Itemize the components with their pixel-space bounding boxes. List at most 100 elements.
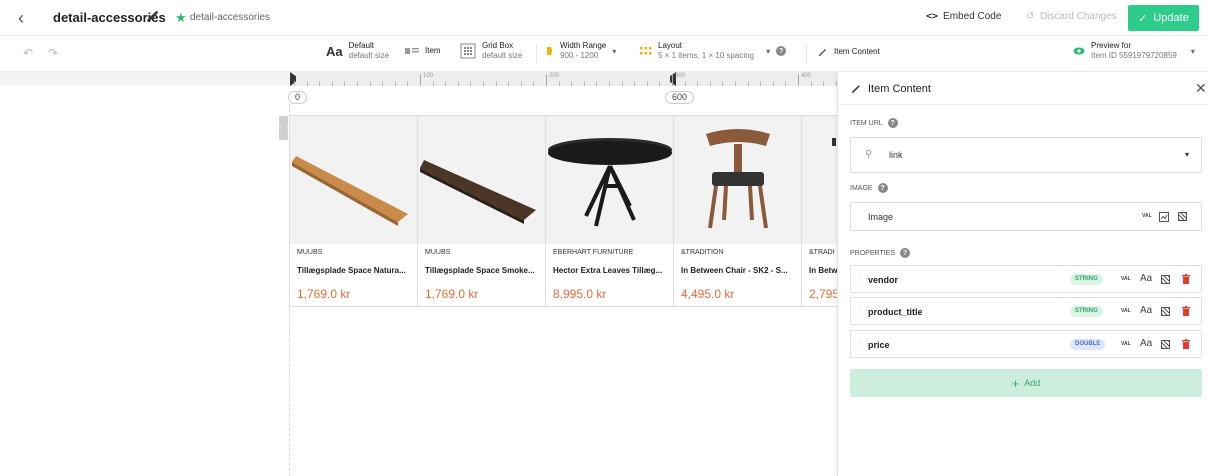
ruler-tick bbox=[747, 81, 749, 86]
image-field[interactable]: Image VAL bbox=[850, 202, 1202, 231]
font-style-icon[interactable]: Aa bbox=[1140, 338, 1152, 349]
product-card[interactable]: EBERHART FURNITURE Hector Extra Leaves T… bbox=[546, 116, 674, 306]
product-image bbox=[546, 116, 673, 244]
edit-title-icon[interactable] bbox=[146, 9, 160, 23]
ruler-tick bbox=[596, 81, 598, 86]
pattern-icon[interactable] bbox=[1161, 307, 1170, 316]
val-toggle[interactable]: VAL bbox=[1121, 276, 1131, 282]
link-icon: ⚲ bbox=[865, 149, 873, 160]
ruler-label: 300 bbox=[675, 73, 686, 79]
ruler-tick bbox=[445, 81, 447, 86]
ruler-major-tick bbox=[672, 74, 673, 86]
item-label: Item bbox=[425, 46, 441, 55]
delete-icon[interactable] bbox=[1182, 274, 1190, 284]
panel-title: Item Content bbox=[868, 83, 931, 95]
layout-help-icon[interactable]: ? bbox=[776, 46, 787, 56]
property-row[interactable]: ⋮⋮ product_title STRING VAL Aa bbox=[850, 297, 1202, 325]
undo-discard-icon: ↺ bbox=[1026, 11, 1035, 22]
item-url-label: ITEM URL bbox=[850, 119, 883, 127]
left-panel bbox=[0, 72, 290, 476]
update-button[interactable]: ✓ Update bbox=[1128, 5, 1199, 31]
width-range-chevron-down-icon: ▾ bbox=[612, 46, 617, 56]
item-content-tool[interactable]: Item Content bbox=[818, 47, 880, 57]
grid-box-label: Grid Box bbox=[482, 41, 514, 50]
embed-code-button[interactable]: <> Embed Code bbox=[926, 11, 1001, 22]
grid-box-selector[interactable]: Grid Box default size bbox=[460, 41, 522, 61]
property-name: product_title bbox=[868, 307, 923, 317]
preview-for-selector[interactable]: Preview for Item ID 5591979720859 ▾ bbox=[1073, 41, 1195, 61]
font-selector[interactable]: Aa Default default size bbox=[326, 41, 389, 61]
font-icon: Aa bbox=[326, 43, 343, 59]
font-style-icon[interactable]: Aa bbox=[1140, 305, 1152, 316]
properties-help-icon[interactable]: ? bbox=[900, 248, 910, 258]
preview-chevron-down-icon: ▾ bbox=[1190, 46, 1195, 56]
width-range-selector[interactable]: Width Range 900 - 1200 ▾ bbox=[546, 41, 616, 61]
back-icon[interactable]: ‹ bbox=[18, 8, 24, 29]
width-range-value: 900 - 1200 bbox=[560, 51, 599, 60]
ruler-tick bbox=[621, 81, 623, 86]
ruler-tick bbox=[735, 81, 736, 86]
item-icon bbox=[405, 48, 419, 54]
image-help-icon[interactable]: ? bbox=[877, 183, 888, 193]
ruler-tick bbox=[457, 81, 459, 86]
image-picker-icon[interactable] bbox=[1159, 212, 1169, 222]
close-icon[interactable]: ✕ bbox=[1195, 80, 1207, 97]
drag-handle-icon[interactable]: ⋮⋮ bbox=[277, 116, 291, 140]
ruler-tick bbox=[533, 81, 535, 86]
code-icon: <> bbox=[926, 11, 939, 22]
delete-icon[interactable] bbox=[1182, 339, 1190, 349]
product-title: Tillægsplade Space Smoke... bbox=[425, 266, 535, 275]
toolbar-divider bbox=[536, 44, 537, 64]
product-card[interactable]: MUUBS Tillægsplade Space Smoke... 1,769.… bbox=[418, 116, 546, 306]
item-selector[interactable]: Item bbox=[405, 46, 441, 56]
image-pattern-icon[interactable] bbox=[1178, 212, 1187, 221]
product-price: 8,995.0 kr bbox=[553, 287, 607, 301]
embed-code-label: Embed Code bbox=[943, 11, 1002, 22]
product-card[interactable]: MUUBS Tillægsplade Space Natura... 1,769… bbox=[290, 116, 418, 306]
image-section-label: IMAGE ? bbox=[850, 183, 888, 193]
ruler-tick bbox=[609, 81, 610, 86]
property-row[interactable]: ⋮⋮ vendor STRING VAL Aa bbox=[850, 265, 1202, 293]
ruler-tick bbox=[508, 81, 510, 86]
pattern-icon[interactable] bbox=[1161, 275, 1170, 284]
layout-label: Layout bbox=[658, 41, 683, 50]
product-vendor: &TRADI bbox=[809, 249, 835, 256]
redo-icon[interactable]: ↷ bbox=[48, 46, 58, 60]
val-toggle[interactable]: VAL bbox=[1121, 341, 1131, 347]
product-image bbox=[802, 116, 837, 244]
star-icon[interactable]: ★ bbox=[175, 10, 187, 26]
product-title: In Betw bbox=[809, 266, 837, 275]
layout-grid-icon bbox=[640, 47, 652, 55]
font-size-label: default size bbox=[348, 51, 390, 60]
ruler-min-handle[interactable] bbox=[290, 72, 296, 86]
add-property-button[interactable]: + Add bbox=[850, 369, 1202, 397]
layout-selector[interactable]: Layout 5 × 1 items, 1 × 10 spacing ▾ ? bbox=[640, 41, 787, 61]
item-url-select[interactable]: ⚲ link ▾ bbox=[850, 137, 1202, 173]
product-card[interactable]: &TRADITION In Between Chair - SK2 - S...… bbox=[674, 116, 802, 306]
grid-box-icon bbox=[460, 43, 476, 59]
pattern-icon[interactable] bbox=[1161, 340, 1170, 349]
discard-changes-button[interactable]: ↺ Discard Changes bbox=[1026, 11, 1117, 22]
product-title: Tillægsplade Space Natura... bbox=[297, 266, 406, 275]
product-price: 1,769.0 kr bbox=[297, 287, 351, 301]
round-table-image bbox=[546, 116, 673, 244]
product-card[interactable]: &TRADI In Betw 2,795 bbox=[802, 116, 837, 306]
ruler-tick bbox=[571, 81, 573, 86]
ruler-major-tick bbox=[798, 74, 799, 86]
font-style-icon[interactable]: Aa bbox=[1140, 273, 1152, 284]
undo-icon[interactable]: ↶ bbox=[23, 46, 33, 60]
item-url-help-icon[interactable]: ? bbox=[887, 118, 898, 128]
property-row[interactable]: ⋮⋮ price DOUBLE VAL Aa bbox=[850, 330, 1202, 358]
ruler-tick bbox=[722, 81, 724, 86]
image-value: Image bbox=[868, 212, 894, 222]
item-url-chevron-down-icon: ▾ bbox=[1185, 150, 1190, 159]
image-val-toggle[interactable]: VAL bbox=[1142, 213, 1152, 219]
plus-icon: + bbox=[1011, 375, 1020, 391]
product-title: In Between Chair - SK2 - S... bbox=[681, 266, 788, 275]
ruler-tick bbox=[520, 81, 522, 86]
val-toggle[interactable]: VAL bbox=[1121, 308, 1131, 314]
product-image bbox=[674, 116, 801, 244]
ruler-marker-mid: 600 bbox=[665, 91, 695, 104]
delete-icon[interactable] bbox=[1182, 306, 1190, 316]
ruler-major-tick bbox=[546, 74, 547, 86]
